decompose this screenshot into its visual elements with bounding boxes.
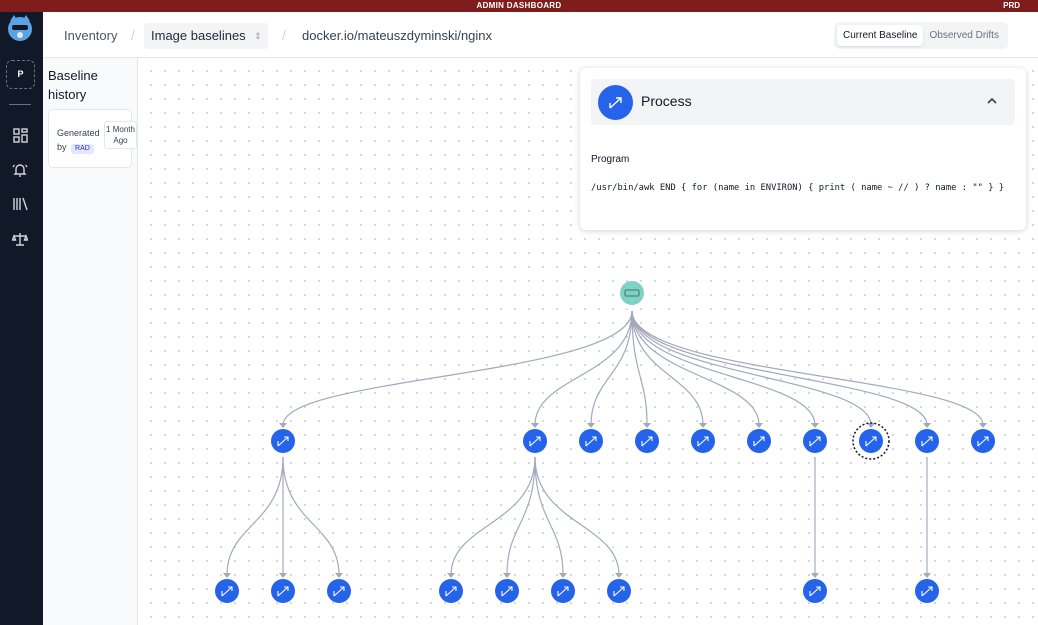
graph-edge: [534, 456, 564, 576]
graph-edge: [226, 456, 284, 576]
edge-arrow: [279, 573, 287, 578]
baseline-history-panel: Baseline history Generated by RAD 1 Mont…: [43, 58, 138, 625]
dashboard-icon[interactable]: [9, 124, 31, 146]
edge-arrow: [615, 573, 623, 578]
breadcrumb-inventory[interactable]: Inventory: [64, 28, 117, 43]
edge-arrow: [335, 573, 343, 578]
edge-arrow: [559, 573, 567, 578]
root-container-node[interactable]: [620, 281, 644, 305]
admin-banner: ADMIN DASHBOARD PRD: [0, 0, 1038, 12]
current-baseline-tab[interactable]: Current Baseline: [837, 25, 924, 46]
breadcrumb-baselines-label: Image baselines: [151, 28, 246, 43]
top-header: Inventory / Image baselines ⇕ / docker.i…: [43, 12, 1038, 58]
alerts-bell-icon[interactable]: [9, 159, 31, 181]
edge-arrow: [811, 423, 819, 428]
graph-edge: [631, 310, 704, 426]
environment-badge: PRD: [1003, 1, 1020, 10]
view-toggle: Current Baseline Observed Drifts: [834, 22, 1008, 49]
edge-arrow: [503, 573, 511, 578]
edge-arrow: [587, 423, 595, 428]
edge-arrow: [699, 423, 707, 428]
edge-arrow: [447, 573, 455, 578]
program-label: Program: [591, 154, 630, 165]
breadcrumb-baselines-select[interactable]: Image baselines ⇕: [144, 23, 268, 49]
sidebar-divider: [9, 104, 31, 105]
admin-banner-title: ADMIN DASHBOARD: [476, 1, 562, 10]
graph-edge: [590, 310, 633, 426]
organization-switcher[interactable]: P: [6, 60, 35, 89]
logo-icon[interactable]: [4, 12, 36, 44]
baseline-history-title: Baseline history: [48, 68, 98, 102]
graph-edge: [631, 310, 984, 426]
graph-edge: [631, 310, 816, 426]
entry-age: 1 Month Ago: [104, 121, 137, 149]
edge-arrow: [923, 573, 931, 578]
policy-scale-icon[interactable]: [9, 228, 31, 250]
edge-arrow: [223, 573, 231, 578]
graph-edge: [506, 456, 536, 576]
process-details-title: Process: [641, 93, 692, 109]
library-icon[interactable]: [9, 193, 31, 215]
edge-arrow: [531, 423, 539, 428]
breadcrumb-separator: /: [131, 27, 135, 43]
edge-arrow: [979, 423, 987, 428]
graph-edge: [631, 310, 928, 426]
graph-edge: [631, 310, 760, 426]
chevron-updown-icon: ⇕: [254, 31, 262, 41]
program-value: /usr/bin/awk END { for (name in ENVIRON)…: [591, 183, 1005, 193]
graph-edge: [534, 310, 633, 426]
process-details-header[interactable]: Process: [591, 79, 1015, 125]
edge-arrow: [811, 573, 819, 578]
edge-arrow: [923, 423, 931, 428]
generator-badge: RAD: [71, 144, 94, 154]
graph-edge: [282, 310, 633, 426]
process-icon: [598, 85, 633, 120]
graph-edge: [534, 456, 620, 576]
generated-by-label: Generated by RAD: [57, 126, 107, 154]
sidebar: P: [0, 12, 43, 625]
observed-drifts-tab[interactable]: Observed Drifts: [923, 25, 1004, 46]
edge-arrow: [643, 423, 651, 428]
edge-arrow: [755, 423, 763, 428]
history-entry[interactable]: Generated by RAD 1 Month Ago: [48, 109, 137, 168]
process-details-panel: Process Program /usr/bin/awk END { for (…: [580, 68, 1026, 230]
edge-arrow: [279, 423, 287, 428]
breadcrumb-image: docker.io/mateuszdyminski/nginx: [302, 28, 493, 43]
graph-edge: [450, 456, 536, 576]
breadcrumb-separator: /: [282, 27, 286, 43]
graph-edge: [282, 456, 340, 576]
chevron-up-icon[interactable]: [985, 94, 999, 108]
